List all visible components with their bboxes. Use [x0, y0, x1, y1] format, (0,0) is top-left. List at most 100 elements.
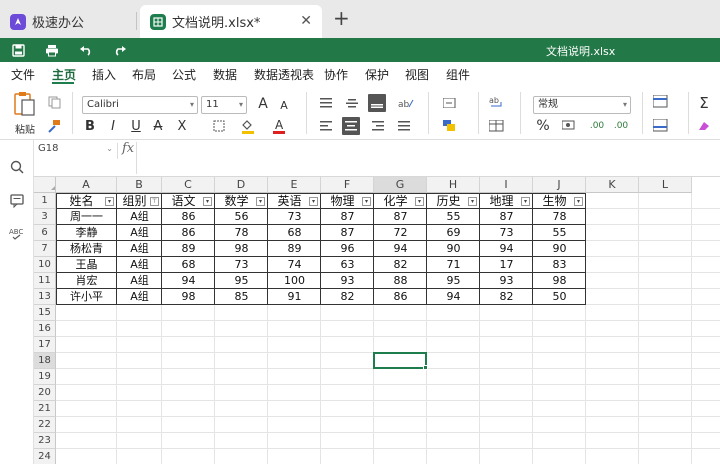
table-cell[interactable]: 50 — [533, 289, 586, 305]
format-painter-icon[interactable] — [46, 118, 62, 134]
table-cell[interactable]: 93 — [321, 273, 374, 289]
table-cell[interactable]: 68 — [162, 257, 215, 273]
filter-dropdown-icon[interactable]: ▾ — [203, 197, 212, 206]
table-cell[interactable]: 94 — [480, 241, 533, 257]
table-cell[interactable]: 86 — [162, 209, 215, 225]
search-icon[interactable] — [9, 159, 25, 175]
menu-home[interactable]: 主页 — [52, 66, 76, 83]
column-header-k[interactable]: K — [586, 177, 639, 193]
table-cell[interactable]: 74 — [268, 257, 321, 273]
align-right-icon[interactable] — [370, 119, 386, 133]
table-cell[interactable]: 91 — [268, 289, 321, 305]
print-icon[interactable] — [44, 42, 60, 58]
align-left-icon[interactable] — [318, 119, 334, 133]
menu-insert[interactable]: 插入 — [92, 66, 116, 83]
table-cell[interactable]: 李静 — [56, 225, 117, 241]
column-header-l[interactable]: L — [639, 177, 692, 193]
table-cell[interactable]: 17 — [480, 257, 533, 273]
select-all-corner[interactable] — [34, 177, 56, 193]
clear-icon[interactable] — [696, 118, 712, 134]
table-header-cell[interactable]: 数学 — [215, 193, 258, 209]
borders-icon[interactable] — [210, 119, 228, 133]
subscript-button[interactable]: X — [172, 117, 192, 135]
delete-cells-icon[interactable] — [650, 118, 674, 134]
row-header-10[interactable]: 10 — [34, 257, 56, 273]
table-cell[interactable]: 82 — [321, 289, 374, 305]
strikethrough-button[interactable]: A — [150, 117, 166, 135]
row-header-1[interactable]: 1 — [34, 193, 56, 209]
table-cell[interactable]: 95 — [215, 273, 268, 289]
table-cell[interactable]: 86 — [162, 225, 215, 241]
column-header-i[interactable]: I — [480, 177, 533, 193]
formula-input[interactable] — [140, 142, 710, 174]
table-cell[interactable]: A组 — [117, 241, 162, 257]
filter-active-icon[interactable]: ⊤ — [150, 197, 159, 206]
table-cell[interactable]: 78 — [215, 225, 268, 241]
table-cell[interactable]: 杨松青 — [56, 241, 117, 257]
cell-selection[interactable] — [373, 352, 428, 370]
wrap-text-icon[interactable]: ab — [488, 95, 506, 111]
tab-document[interactable]: 文档说明.xlsx* ✕ — [140, 5, 322, 38]
font-size-select[interactable]: 11 ▾ — [201, 96, 247, 114]
table-cell[interactable]: 87 — [321, 225, 374, 241]
table-cell[interactable]: 85 — [215, 289, 268, 305]
table-cell[interactable]: 87 — [374, 209, 427, 225]
column-header-e[interactable]: E — [268, 177, 321, 193]
grow-font-icon[interactable]: A — [255, 95, 271, 113]
table-header-cell[interactable]: 历史 — [427, 193, 470, 209]
table-header-cell[interactable]: 化学 — [374, 193, 417, 209]
align-bottom-icon[interactable] — [368, 94, 386, 112]
table-cell[interactable]: 87 — [480, 209, 533, 225]
filter-dropdown-icon[interactable]: ▾ — [256, 197, 265, 206]
filter-dropdown-icon[interactable]: ▾ — [105, 197, 114, 206]
filter-dropdown-icon[interactable]: ▾ — [362, 197, 371, 206]
row-header-3[interactable]: 3 — [34, 209, 56, 225]
table-cell[interactable]: A组 — [117, 289, 162, 305]
font-name-select[interactable]: Calibri ▾ — [82, 96, 198, 114]
table-cell[interactable]: 肖宏 — [56, 273, 117, 289]
row-header-13[interactable]: 13 — [34, 289, 56, 305]
row-header-11[interactable]: 11 — [34, 273, 56, 289]
table-cell[interactable]: 89 — [268, 241, 321, 257]
align-top-icon[interactable] — [318, 96, 334, 110]
table-cell[interactable]: 周一一 — [56, 209, 117, 225]
fill-handle[interactable] — [423, 365, 428, 370]
autosum-button[interactable]: Σ — [696, 94, 712, 112]
table-cell[interactable]: 82 — [374, 257, 427, 273]
table-cell[interactable]: 55 — [533, 225, 586, 241]
row-header-22[interactable]: 22 — [34, 417, 56, 433]
table-cell[interactable]: 98 — [215, 241, 268, 257]
table-cell[interactable]: 73 — [480, 225, 533, 241]
number-format-select[interactable]: 常规 ▾ — [533, 96, 631, 114]
table-cell[interactable]: 55 — [427, 209, 480, 225]
paste-icon[interactable] — [10, 90, 40, 118]
table-header-cell[interactable]: 生物 — [533, 193, 576, 209]
table-cell[interactable]: 69 — [427, 225, 480, 241]
menu-collaborate[interactable]: 协作 — [324, 66, 348, 83]
column-header-d[interactable]: D — [215, 177, 268, 193]
table-header-cell[interactable]: 组别 — [117, 193, 152, 209]
comment-icon[interactable] — [9, 193, 25, 209]
row-header-18[interactable]: 18 — [34, 353, 56, 369]
table-cell[interactable]: A组 — [117, 257, 162, 273]
column-header-f[interactable]: F — [321, 177, 374, 193]
table-cell[interactable]: 83 — [533, 257, 586, 273]
name-box[interactable]: G18 ⌄ — [36, 143, 118, 159]
row-header-20[interactable]: 20 — [34, 385, 56, 401]
column-header-a[interactable]: A — [56, 177, 117, 193]
table-cell[interactable]: 98 — [533, 273, 586, 289]
table-cell[interactable]: 98 — [162, 289, 215, 305]
filter-dropdown-icon[interactable]: ▾ — [521, 197, 530, 206]
tab-home[interactable]: 极速办公 — [0, 5, 136, 38]
new-tab-button[interactable]: + — [333, 8, 350, 28]
row-header-23[interactable]: 23 — [34, 433, 56, 449]
table-cell[interactable]: A组 — [117, 209, 162, 225]
table-cell[interactable]: 94 — [162, 273, 215, 289]
table-cell[interactable]: 90 — [533, 241, 586, 257]
table-cell[interactable]: A组 — [117, 273, 162, 289]
column-header-h[interactable]: H — [427, 177, 480, 193]
column-header-j[interactable]: J — [533, 177, 586, 193]
table-cell[interactable]: 82 — [480, 289, 533, 305]
table-format-icon[interactable] — [486, 118, 508, 134]
table-cell[interactable]: 87 — [321, 209, 374, 225]
